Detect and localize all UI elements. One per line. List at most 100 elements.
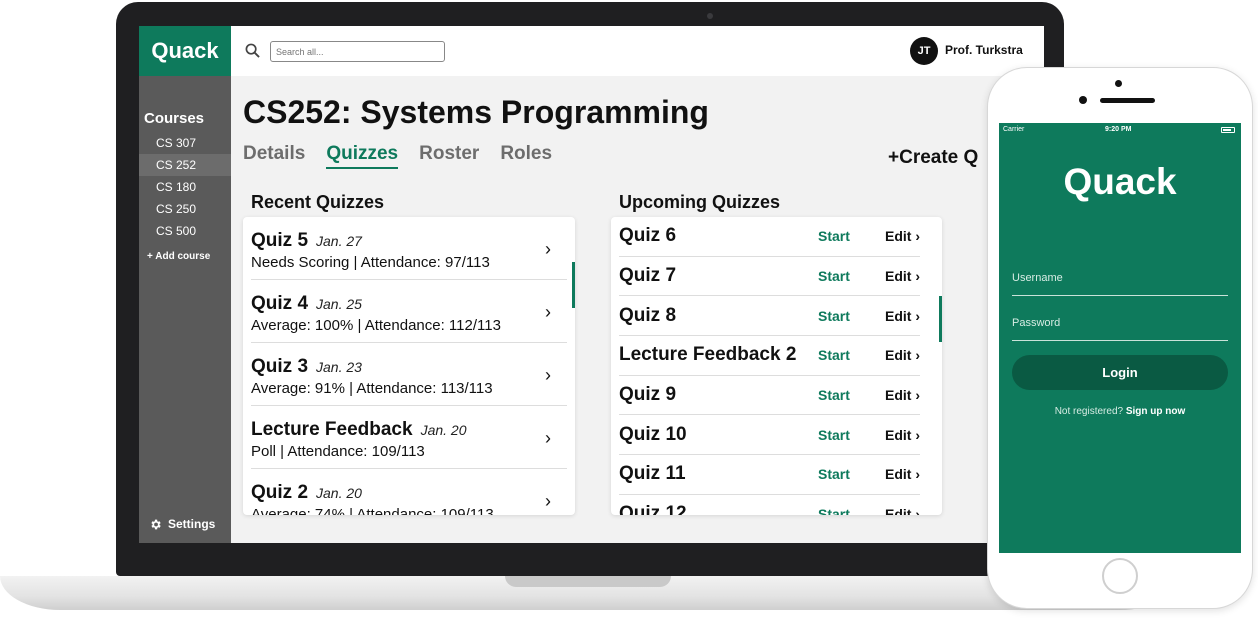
start-quiz-button[interactable]: Start: [818, 228, 878, 244]
signup-link[interactable]: Sign up now: [1126, 406, 1185, 417]
chevron-right-icon: ›: [915, 426, 920, 443]
chevron-right-icon[interactable]: ›: [545, 239, 551, 260]
upcoming-scrollbar[interactable]: [939, 296, 942, 342]
top-bar: JT Prof. Turkstra: [231, 26, 1044, 76]
sidebar-course-item[interactable]: CS 250: [139, 198, 231, 220]
upcoming-quiz-row: Quiz 8 Start Edit ›: [619, 296, 920, 337]
recent-quiz-row[interactable]: Quiz 4 Jan. 25 Average: 100% | Attendance:…: [251, 280, 567, 343]
recent-quiz-row[interactable]: Quiz 5 Jan. 27 Needs Scoring | Attendance:…: [251, 217, 567, 280]
edit-quiz-button[interactable]: Edit ›: [878, 228, 920, 244]
recent-scrollbar[interactable]: [572, 262, 575, 308]
quiz-name: Quiz 5: [251, 230, 309, 251]
status-bar: Carrier 9:20 PM: [999, 126, 1241, 138]
chevron-right-icon[interactable]: ›: [545, 491, 551, 512]
chevron-right-icon: ›: [915, 228, 920, 245]
start-quiz-button[interactable]: Start: [818, 427, 878, 443]
home-button[interactable]: [1102, 558, 1138, 594]
sidebar-course-item[interactable]: CS 252: [139, 154, 231, 176]
edit-label: Edit: [884, 268, 912, 285]
create-quiz-button[interactable]: +Create Q: [888, 147, 978, 169]
upcoming-quiz-row: Quiz 7 Start Edit ›: [619, 257, 920, 297]
upcoming-quiz-row: Quiz 11 Start Edit ›: [619, 455, 920, 495]
chevron-right-icon[interactable]: ›: [545, 365, 551, 386]
upcoming-quiz-row: Quiz 9 Start Edit ›: [619, 376, 920, 416]
quiz-name: Quiz 10: [619, 423, 687, 445]
search-input[interactable]: [270, 41, 445, 62]
edit-quiz-button[interactable]: Edit ›: [878, 347, 920, 363]
tab-quizzes[interactable]: Quizzes: [326, 143, 399, 169]
create-label: Create Q: [899, 147, 979, 168]
chevron-right-icon: ›: [915, 506, 920, 515]
start-quiz-button[interactable]: Start: [818, 506, 878, 515]
edit-label: Edit: [884, 506, 912, 515]
quiz-name: Lecture Feedback: [251, 419, 413, 440]
edit-label: Edit: [884, 426, 912, 443]
login-button[interactable]: Login: [1012, 355, 1228, 390]
quiz-date: Jan. 25: [316, 296, 362, 312]
tab-roster[interactable]: Roster: [419, 143, 479, 169]
edit-quiz-button[interactable]: Edit ›: [878, 268, 920, 284]
phone-sensor: [1079, 96, 1087, 104]
edit-quiz-button[interactable]: Edit ›: [878, 466, 920, 482]
username-field[interactable]: Username: [1012, 272, 1228, 296]
add-course-button[interactable]: + Add course: [147, 251, 210, 262]
edit-quiz-button[interactable]: Edit ›: [878, 308, 920, 324]
settings-button[interactable]: Settings: [149, 517, 215, 531]
tab-details[interactable]: Details: [243, 143, 305, 169]
quiz-name: Quiz 12: [619, 503, 687, 515]
tab-roles[interactable]: Roles: [500, 143, 552, 169]
quiz-date: Jan. 20: [420, 422, 467, 438]
quiz-name: Lecture Feedback 2: [619, 344, 797, 366]
quiz-summary: Needs Scoring | Attendance: 97/113: [251, 254, 490, 271]
sidebar: Quack Courses CS 307 CS 252 CS 180 CS 250 CS…: [139, 26, 231, 543]
recent-quiz-row[interactable]: Lecture Feedback Jan. 20 Poll | Attendance…: [251, 406, 567, 469]
quiz-summary: Average: 100% | Attendance: 112/113: [251, 317, 501, 334]
sidebar-course-item[interactable]: CS 500: [139, 220, 231, 242]
upcoming-quiz-row: Quiz 6 Start Edit ›: [619, 217, 920, 257]
page-title: CS252: Systems Programming: [243, 94, 709, 130]
edit-label: Edit: [884, 307, 912, 324]
chevron-right-icon[interactable]: ›: [545, 302, 551, 323]
chevron-right-icon[interactable]: ›: [545, 428, 551, 449]
recent-quiz-row[interactable]: Quiz 3 Jan. 23 Average: 91% | Attendance: …: [251, 343, 567, 406]
gear-icon: [151, 519, 161, 529]
chevron-right-icon: ›: [915, 268, 920, 285]
phone: Carrier 9:20 PM Quack Username Password …: [987, 67, 1253, 609]
phone-screen: Carrier 9:20 PM Quack Username Password …: [999, 123, 1241, 553]
edit-quiz-button[interactable]: Edit ›: [878, 506, 920, 515]
start-quiz-button[interactable]: Start: [818, 268, 878, 284]
upcoming-quiz-row: Quiz 10 Start Edit ›: [619, 415, 920, 456]
password-field[interactable]: Password: [1012, 317, 1228, 341]
laptop-screen: Quack Courses CS 307 CS 252 CS 180 CS 250 CS…: [139, 26, 1044, 543]
search-icon[interactable]: [245, 43, 260, 58]
upcoming-quizzes-title: Upcoming Quizzes: [619, 192, 781, 212]
phone-speaker: [1100, 98, 1155, 103]
edit-label: Edit: [884, 228, 912, 245]
quiz-summary: Average: 91% | Attendance: 113/113: [251, 380, 493, 397]
avatar[interactable]: JT: [910, 37, 938, 65]
phone-brand: Quack: [1063, 161, 1177, 202]
carrier-label: Carrier: [1003, 126, 1025, 133]
edit-quiz-button[interactable]: Edit ›: [878, 387, 920, 403]
quiz-name: Quiz 9: [619, 384, 677, 406]
brand-logo[interactable]: Quack: [139, 26, 231, 76]
sidebar-course-item[interactable]: CS 307: [139, 132, 231, 154]
sidebar-course-item[interactable]: CS 180: [139, 176, 231, 198]
user-name[interactable]: Prof. Turkstra: [945, 43, 1023, 57]
upcoming-quiz-row: Quiz 12 Start Edit ›: [619, 495, 920, 515]
quiz-name: Quiz 11: [619, 463, 686, 485]
edit-label: Edit: [884, 347, 912, 364]
quiz-name: Quiz 2: [251, 482, 309, 503]
start-quiz-button[interactable]: Start: [818, 387, 878, 403]
laptop-notch: [505, 576, 671, 587]
recent-quiz-row[interactable]: Quiz 2 Jan. 20 Average: 74% | Attendance: …: [251, 469, 567, 515]
laptop-camera: [707, 13, 713, 19]
register-prompt: Not registered? Sign up now: [999, 406, 1241, 417]
start-quiz-button[interactable]: Start: [818, 347, 878, 363]
start-quiz-button[interactable]: Start: [818, 308, 878, 324]
battery-icon: [1221, 127, 1235, 133]
start-quiz-button[interactable]: Start: [818, 466, 878, 482]
edit-quiz-button[interactable]: Edit ›: [878, 427, 920, 443]
status-time: 9:20 PM: [1105, 126, 1132, 133]
chevron-right-icon: ›: [915, 307, 920, 324]
